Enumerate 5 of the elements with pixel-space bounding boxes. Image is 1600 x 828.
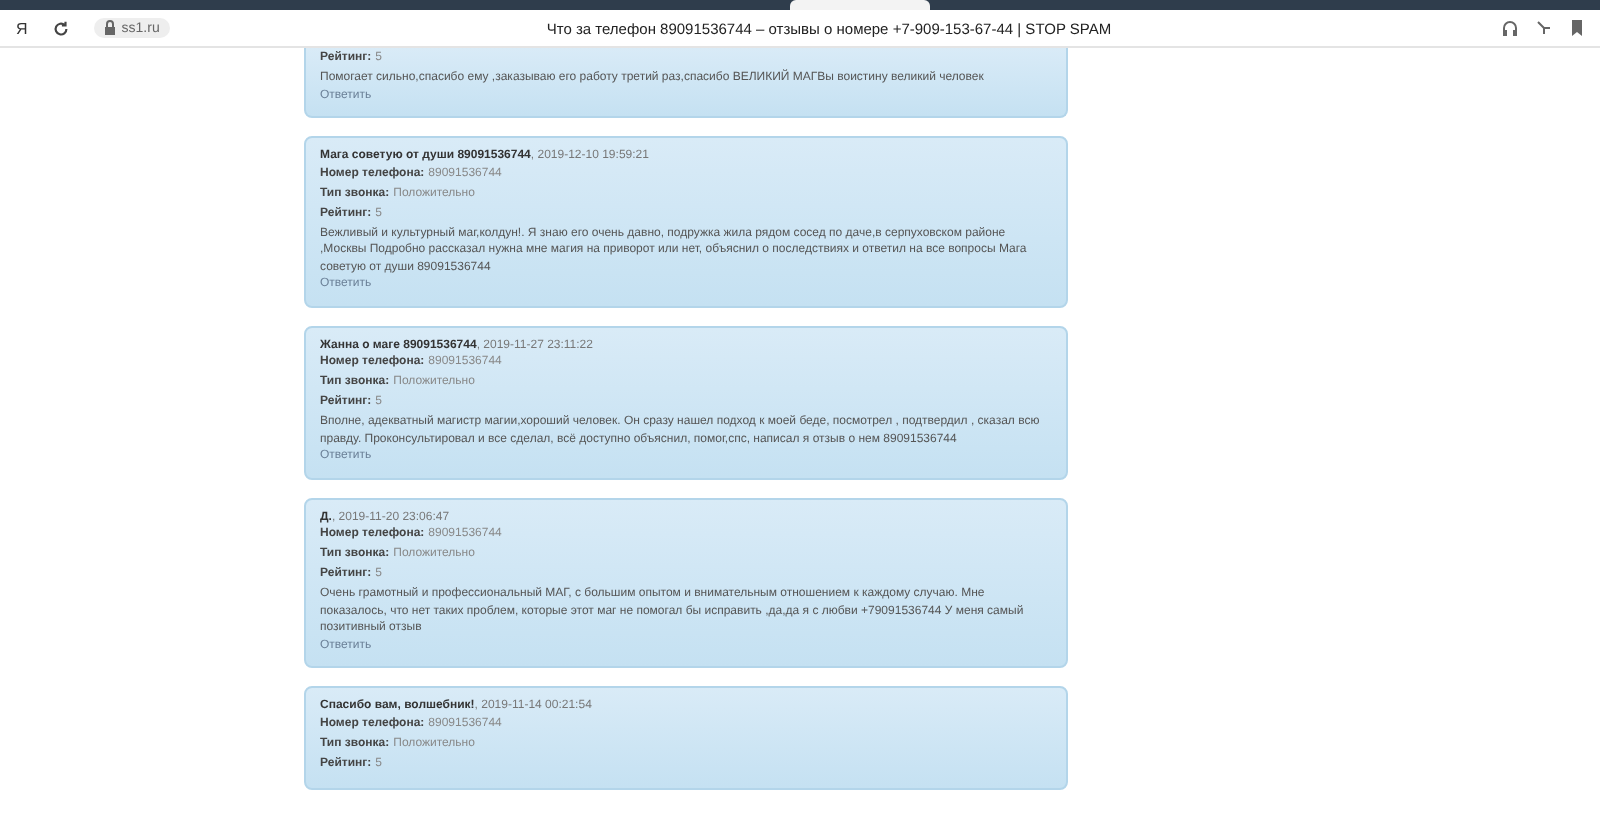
headphones-icon[interactable] — [1502, 20, 1518, 36]
reload-icon[interactable] — [51, 19, 70, 37]
lock-icon — [103, 20, 116, 36]
bookmark-icon[interactable] — [1570, 20, 1584, 36]
browser-logo[interactable]: Я — [16, 19, 28, 37]
